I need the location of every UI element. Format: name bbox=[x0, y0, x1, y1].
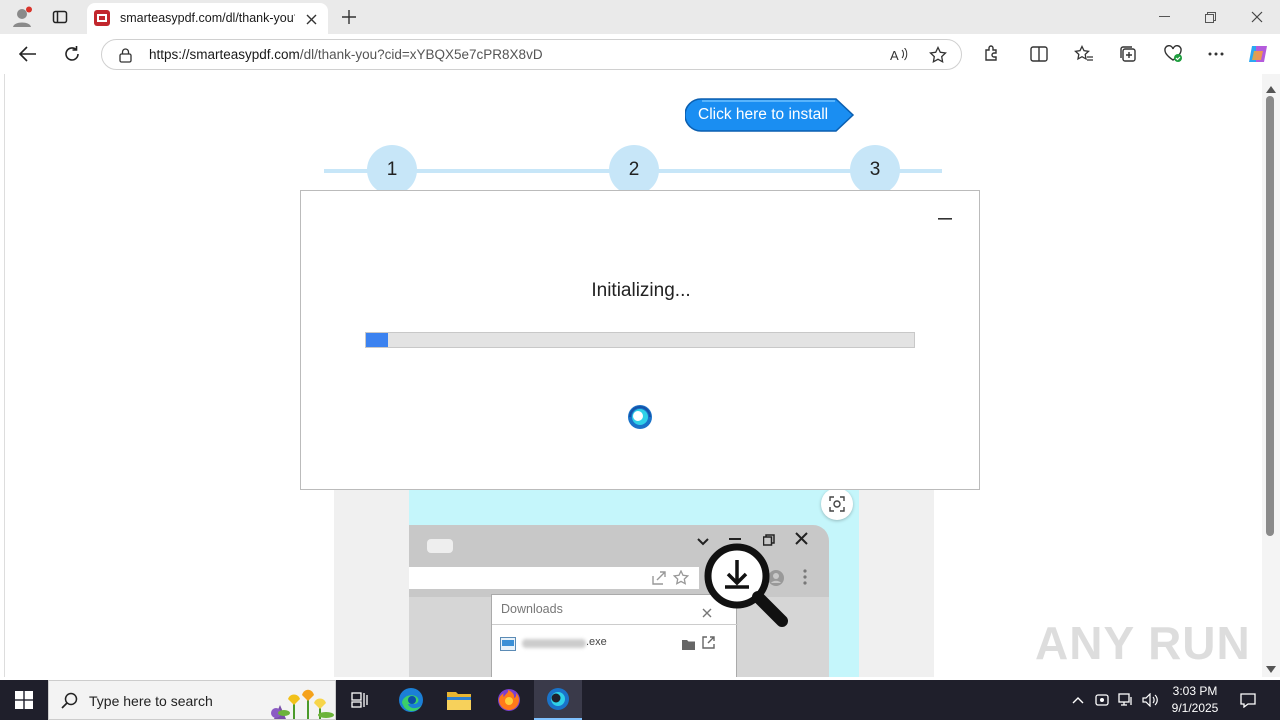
anyrun-watermark: ANY RUN bbox=[1035, 606, 1250, 676]
new-tab-icon[interactable] bbox=[337, 5, 361, 29]
edge-taskbar-icon[interactable] bbox=[392, 680, 430, 720]
task-view-icon[interactable] bbox=[344, 680, 376, 720]
start-windows-icon[interactable] bbox=[0, 680, 48, 720]
step-circle-3: 3 bbox=[850, 145, 900, 195]
svg-text:A: A bbox=[890, 48, 899, 62]
illustration-tab-shape bbox=[427, 539, 453, 553]
illustration-menu-icon bbox=[803, 569, 809, 587]
illustration-downloads-title: Downloads bbox=[501, 602, 563, 616]
taskbar-search-box[interactable]: Type here to search bbox=[48, 680, 336, 720]
tray-security-icon[interactable] bbox=[1092, 680, 1112, 720]
split-screen-icon[interactable] bbox=[1027, 42, 1051, 66]
minimize-window-icon[interactable] bbox=[1152, 6, 1176, 28]
clock[interactable]: 3:03 PM 9/1/2025 bbox=[1164, 683, 1226, 719]
illustration-close-icon bbox=[795, 532, 809, 546]
page-scrollbar[interactable] bbox=[1262, 74, 1280, 677]
search-placeholder: Type here to search bbox=[89, 693, 213, 709]
illustration-folder-icon bbox=[682, 637, 696, 650]
search-icon bbox=[61, 692, 79, 710]
scroll-down-arrow-icon[interactable] bbox=[1266, 660, 1276, 673]
volume-icon[interactable] bbox=[1140, 680, 1160, 720]
clock-date: 9/1/2025 bbox=[1171, 701, 1219, 715]
watermark-text: ANY RUN bbox=[1035, 617, 1251, 669]
browser-titlebar: smarteasypdf.com/dl/thank-you?cid=xYBQX5… bbox=[0, 0, 1280, 34]
illustration-star-icon bbox=[672, 569, 690, 586]
progress-bar bbox=[365, 332, 915, 348]
read-aloud-icon[interactable]: A bbox=[888, 45, 910, 65]
copilot-icon[interactable] bbox=[1245, 42, 1271, 66]
step-label-1: 1 bbox=[386, 159, 398, 180]
site-favicon-icon bbox=[94, 10, 110, 26]
refresh-icon[interactable] bbox=[60, 42, 84, 66]
step-label-2: 2 bbox=[628, 159, 640, 180]
scrollbar-thumb[interactable] bbox=[1266, 96, 1274, 536]
illustration-exe-file-icon bbox=[500, 637, 516, 651]
profile-avatar-icon[interactable] bbox=[8, 4, 36, 30]
close-window-icon[interactable] bbox=[1245, 6, 1269, 28]
collections-icon[interactable] bbox=[1116, 42, 1140, 66]
step-circle-1: 1 bbox=[367, 145, 417, 195]
active-app-taskbar-icon[interactable] bbox=[534, 680, 582, 720]
illustration-file-extension: .exe bbox=[586, 636, 607, 648]
address-bar[interactable]: https://smarteasypdf.com/dl/thank-you?ci… bbox=[101, 39, 962, 70]
close-tab-icon[interactable] bbox=[301, 9, 321, 29]
settings-more-icon[interactable] bbox=[1204, 42, 1228, 66]
firefox-icon[interactable] bbox=[490, 680, 528, 720]
browser-toolbar: https://smarteasypdf.com/dl/thank-you?ci… bbox=[0, 34, 1280, 74]
illustration-file-name-blur bbox=[522, 639, 586, 648]
visual-search-icon[interactable] bbox=[821, 488, 853, 520]
scroll-up-arrow-icon[interactable] bbox=[1266, 80, 1276, 93]
restore-window-icon[interactable] bbox=[1198, 6, 1222, 28]
search-highlight-flowers-icon bbox=[254, 683, 336, 719]
active-tab[interactable]: smarteasypdf.com/dl/thank-you?cid=xYBQX5… bbox=[87, 3, 328, 34]
illustration-open-external-icon bbox=[702, 636, 716, 650]
windows-taskbar: Type here to search 3:03 PM 9/1/2025 bbox=[0, 680, 1280, 720]
tab-actions-icon[interactable] bbox=[48, 6, 72, 28]
favorites-icon[interactable] bbox=[1072, 42, 1096, 66]
clock-time: 3:03 PM bbox=[1172, 684, 1218, 698]
page-content: Downloads .exe 1 2 3 Click here to insta… bbox=[4, 74, 1262, 677]
show-hidden-icons-chevron-icon[interactable] bbox=[1068, 680, 1088, 720]
illustration-screen: Downloads .exe bbox=[409, 490, 859, 677]
file-explorer-icon[interactable] bbox=[440, 680, 478, 720]
url-host: https://smarteasypdf.com bbox=[149, 47, 300, 62]
install-button-label: Click here to install bbox=[698, 106, 829, 123]
illustration-share-icon bbox=[651, 570, 667, 586]
status-text: Initializing... bbox=[591, 280, 691, 301]
network-icon[interactable] bbox=[1116, 680, 1136, 720]
url-path: /dl/thank-you?cid=xYBQX5e7cPR8X8vD bbox=[299, 47, 543, 62]
notifications-icon[interactable] bbox=[1234, 680, 1262, 720]
favorite-star-icon[interactable] bbox=[927, 45, 949, 65]
progress-bar-fill bbox=[366, 333, 388, 347]
installer-dialog: Initializing... bbox=[300, 190, 980, 490]
install-button[interactable]: Click here to install bbox=[685, 98, 855, 132]
step-label-3: 3 bbox=[869, 159, 881, 180]
tab-title: smarteasypdf.com/dl/thank-you?cid=xYBQX5… bbox=[120, 11, 295, 25]
dialog-minimize-icon[interactable] bbox=[935, 211, 955, 227]
extensions-icon[interactable] bbox=[979, 42, 1003, 66]
browser-essentials-icon[interactable] bbox=[1161, 42, 1185, 66]
back-arrow-icon[interactable] bbox=[16, 42, 40, 66]
step-circle-2: 2 bbox=[609, 145, 659, 195]
loading-spinner-icon bbox=[627, 404, 653, 430]
site-info-lock-icon[interactable] bbox=[116, 46, 134, 64]
url-text: https://smarteasypdf.com/dl/thank-you?ci… bbox=[149, 47, 543, 62]
download-magnifier-icon bbox=[701, 540, 795, 634]
